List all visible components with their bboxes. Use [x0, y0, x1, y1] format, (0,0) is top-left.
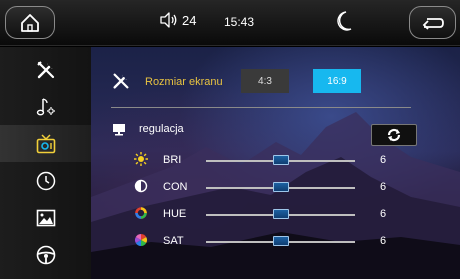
contrast-label: CON [163, 181, 188, 193]
refresh-icon [387, 128, 401, 142]
hue-value: 6 [380, 208, 387, 220]
sun-icon [134, 152, 148, 166]
sidebar-item-general[interactable] [0, 51, 91, 88]
contrast-slider-row: CON 6 [91, 176, 460, 198]
sidebar-item-audio[interactable] [0, 88, 91, 125]
top-bar: 24 15:43 [0, 0, 460, 46]
night-mode-button[interactable] [335, 10, 353, 37]
divider [111, 107, 411, 108]
screen-size-label: Rozmiar ekranu [145, 76, 223, 88]
saturation-label: SAT [163, 235, 184, 247]
home-button[interactable] [5, 6, 55, 39]
aspect-4-3-button[interactable]: 4:3 [241, 69, 289, 93]
tools-icon [36, 60, 54, 78]
brightness-value: 6 [380, 154, 387, 166]
monitor-icon [113, 124, 125, 136]
sidebar-item-time[interactable] [0, 162, 91, 199]
display-settings-panel: Rozmiar ekranu 4:3 16:9 regulacja BRI 6 … [91, 47, 460, 279]
hue-thumb[interactable] [272, 209, 289, 219]
contrast-icon [134, 179, 148, 193]
return-icon [422, 17, 444, 30]
settings-sidebar [0, 47, 91, 279]
brightness-label: BRI [163, 154, 182, 166]
picture-icon [36, 209, 55, 226]
volume-value: 24 [182, 12, 197, 28]
brightness-thumb[interactable] [272, 155, 289, 165]
saturation-value: 6 [380, 235, 387, 247]
tv-display-icon [36, 133, 55, 153]
saturation-slider-row: SAT 6 [91, 230, 460, 252]
home-icon [21, 13, 39, 32]
volume-indicator[interactable]: 24 [160, 12, 196, 28]
speaker-icon [160, 12, 177, 28]
regulation-label: regulacja [139, 123, 184, 135]
sidebar-item-steering[interactable] [0, 236, 91, 273]
brightness-slider-row: BRI 6 [91, 149, 460, 171]
back-button[interactable] [409, 6, 456, 39]
tools-icon [113, 73, 129, 89]
hue-label: HUE [163, 208, 187, 220]
contrast-thumb[interactable] [272, 182, 289, 192]
contrast-value: 6 [380, 181, 387, 193]
aspect-16-9-button[interactable]: 16:9 [313, 69, 361, 93]
clock-time: 15:43 [224, 15, 255, 29]
sidebar-item-display[interactable] [0, 125, 91, 162]
moon-icon [337, 11, 352, 31]
saturation-thumb[interactable] [272, 236, 289, 246]
hue-icon [135, 207, 147, 219]
clock-icon [36, 171, 55, 190]
music-settings-icon [36, 97, 55, 115]
saturation-icon [134, 234, 148, 246]
hue-slider-row: HUE 6 [91, 203, 460, 225]
steering-wheel-icon [36, 245, 55, 264]
reset-button[interactable] [371, 124, 417, 146]
sidebar-item-wallpaper[interactable] [0, 199, 91, 236]
